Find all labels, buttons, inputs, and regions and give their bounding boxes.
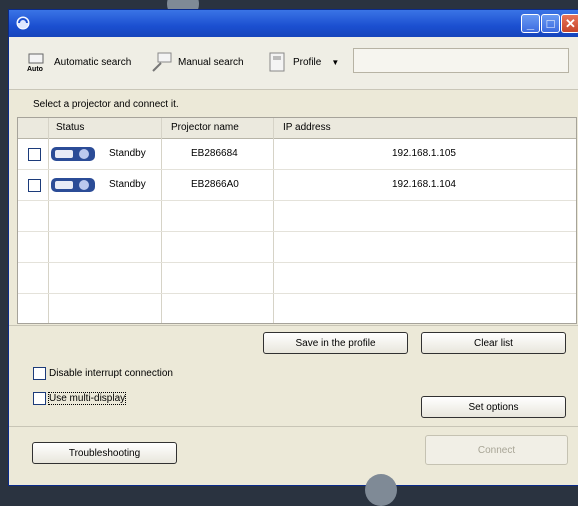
disable-interrupt-checkbox[interactable] xyxy=(33,367,46,380)
automatic-search-label: Automatic search xyxy=(54,56,132,68)
multi-display-checkbox[interactable] xyxy=(33,392,46,405)
app-icon xyxy=(16,16,30,30)
projector-list-header: Status Projector name IP address xyxy=(18,118,576,139)
decorative-dot-bottom xyxy=(365,474,397,506)
row-checkbox[interactable] xyxy=(28,179,41,192)
divider xyxy=(9,426,578,427)
row-checkbox[interactable] xyxy=(28,148,41,161)
title-bar: _ □ ✕ xyxy=(9,10,578,37)
connect-button[interactable]: Connect xyxy=(425,435,568,465)
multi-display-label: Use multi-display xyxy=(47,392,127,405)
header-projector-name[interactable]: Projector name xyxy=(171,122,239,133)
projector-list[interactable]: Status Projector name IP address Standby… xyxy=(17,117,577,324)
disable-interrupt-label: Disable interrupt connection xyxy=(49,368,173,379)
set-options-button[interactable]: Set options xyxy=(421,396,566,418)
table-row[interactable]: Standby EB2866A0 192.168.1.104 xyxy=(18,170,576,201)
maximize-icon: □ xyxy=(546,16,555,31)
automatic-search-icon: Auto xyxy=(27,53,44,73)
row-status: Standby xyxy=(109,148,146,159)
empty-row xyxy=(18,294,576,324)
projector-icon xyxy=(51,147,95,161)
profile-label: Profile xyxy=(293,56,322,68)
toolbar: Auto Automatic search Manual search Prof… xyxy=(9,37,578,90)
profile-icon xyxy=(269,52,285,72)
minimize-icon: _ xyxy=(526,16,535,31)
clear-list-button[interactable]: Clear list xyxy=(421,332,566,354)
profile-button[interactable]: Profile ▼ xyxy=(265,49,339,75)
close-button[interactable]: ✕ xyxy=(561,14,578,33)
manual-search-label: Manual search xyxy=(178,56,244,68)
header-ip-address[interactable]: IP address xyxy=(283,122,331,133)
troubleshooting-button[interactable]: Troubleshooting xyxy=(32,442,177,464)
profile-path-field[interactable] xyxy=(353,48,569,73)
header-status[interactable]: Status xyxy=(56,122,84,133)
row-projector-name: EB286684 xyxy=(191,148,238,159)
instruction-text: Select a projector and connect it. xyxy=(33,99,179,110)
row-status: Standby xyxy=(109,179,146,190)
svg-text:Auto: Auto xyxy=(27,66,43,73)
automatic-search-button[interactable]: Auto Automatic search xyxy=(26,49,131,75)
close-icon: ✕ xyxy=(565,16,576,31)
divider xyxy=(9,325,578,326)
disable-interrupt-option[interactable]: Disable interrupt connection xyxy=(33,367,173,380)
maximize-button[interactable]: □ xyxy=(541,14,560,33)
easympmulti-window: _ □ ✕ Auto Automatic search Manual searc… xyxy=(8,9,578,486)
manual-search-icon xyxy=(152,52,172,72)
profile-dropdown-arrow-icon[interactable]: ▼ xyxy=(331,58,339,67)
row-ip-address: 192.168.1.104 xyxy=(392,179,456,190)
projector-icon xyxy=(51,178,95,192)
row-ip-address: 192.168.1.105 xyxy=(392,148,456,159)
row-projector-name: EB2866A0 xyxy=(191,179,239,190)
minimize-button[interactable]: _ xyxy=(521,14,540,33)
save-in-profile-button[interactable]: Save in the profile xyxy=(263,332,408,354)
empty-row xyxy=(18,263,576,294)
table-row[interactable]: Standby EB286684 192.168.1.105 xyxy=(18,139,576,170)
manual-search-button[interactable]: Manual search xyxy=(150,49,244,75)
empty-row xyxy=(18,201,576,232)
multi-display-option[interactable]: Use multi-display xyxy=(33,392,127,405)
empty-row xyxy=(18,232,576,263)
